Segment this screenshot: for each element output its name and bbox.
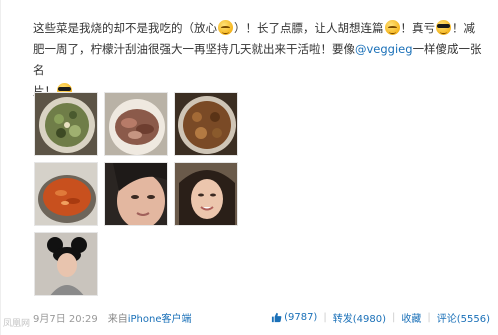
sunglasses-emoji-icon [436, 20, 451, 35]
image-thumbnail-salad[interactable] [34, 92, 98, 156]
comment-button[interactable]: 评论(5556) [437, 310, 490, 325]
image-thumbnail-stew[interactable] [174, 92, 238, 156]
post-timestamp[interactable]: 9月7日 20:29 [33, 314, 98, 325]
image-thumbnail-soup[interactable] [34, 162, 98, 226]
cool-emoji-icon [218, 20, 233, 35]
post-text-segment: 一周了，柠檬汁刮油很强大一再坚持几天就出来干活啦！要像 [44, 42, 356, 56]
watermark-logo: 凤凰网 [3, 319, 31, 329]
post-text-segment: ）！长了点膘，让人胡想连篇 [234, 21, 384, 35]
post-meta: 9月7日 20:29 来自iPhone客户端 [33, 310, 192, 325]
repost-button[interactable]: 转发(4980) [333, 310, 386, 325]
post-text-segment: ！真亏 [400, 21, 436, 35]
post-text-segment: 这些菜是我烧的却不是我吃的（放心 [33, 21, 217, 35]
thumbs-up-icon [271, 312, 282, 323]
post-actions: (9787) | 转发(4980) | 收藏 | 评论(5556) [271, 310, 490, 325]
image-thumbnail-selfie-smiling[interactable] [174, 162, 238, 226]
like-count: (9787) [284, 312, 318, 323]
like-button[interactable]: (9787) [271, 312, 317, 323]
smile-emoji-icon [384, 20, 400, 35]
mention-link[interactable]: @veggieg [355, 42, 413, 56]
weibo-post: 这些菜是我烧的却不是我吃的（放心 ）！长了点膘，让人胡想连篇 ！真亏 ！减肥一周了，柠… [0, 0, 498, 335]
image-thumbnail-selfie-closeup[interactable] [104, 162, 168, 226]
source-prefix: 来自 [107, 314, 128, 325]
image-thumbnail-stirfry[interactable] [104, 92, 168, 156]
post-text: 这些菜是我烧的却不是我吃的（放心 ）！长了点膘，让人胡想连篇 ！真亏 ！减肥一周了，柠… [33, 18, 485, 102]
divider: | [427, 312, 431, 323]
image-thumbnail-mouse-ears[interactable] [34, 232, 98, 296]
divider: | [323, 312, 327, 323]
favorite-button[interactable]: 收藏 [401, 310, 421, 325]
divider: | [391, 312, 396, 323]
source-link[interactable]: iPhone客户端 [128, 314, 192, 325]
